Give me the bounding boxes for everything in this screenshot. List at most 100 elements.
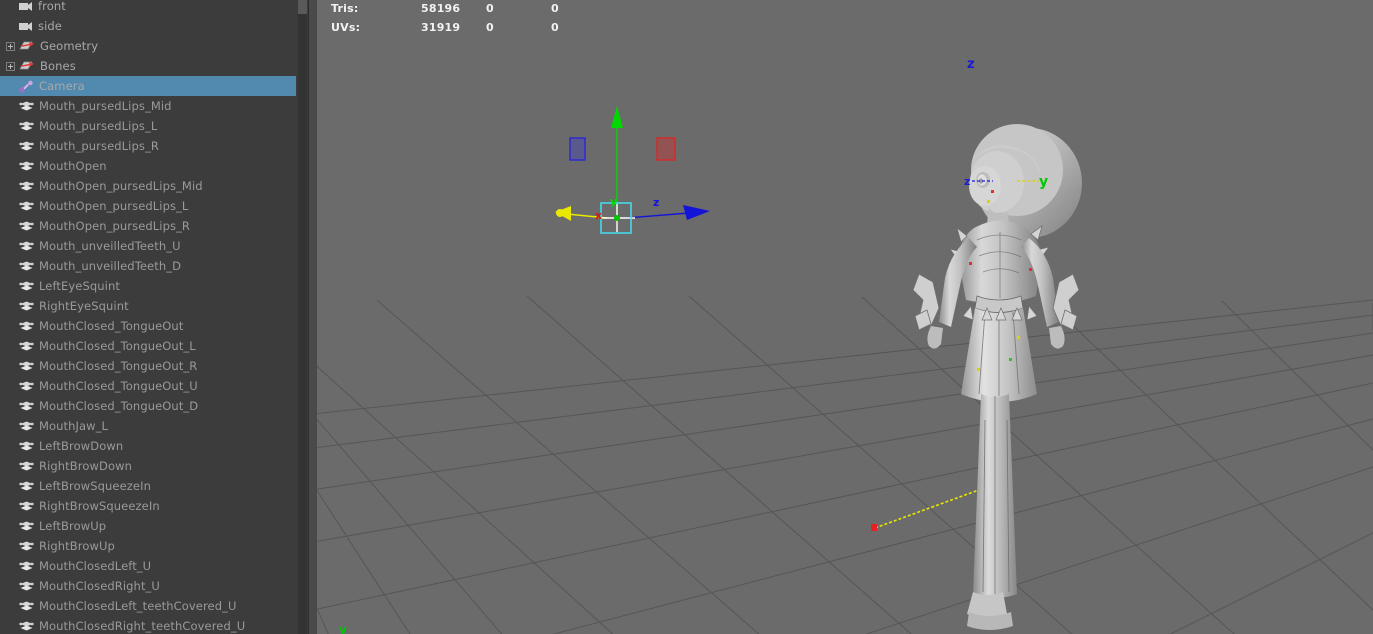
outliner-item-geometry[interactable]: Geometry bbox=[0, 36, 296, 56]
stats-cell-col2: 0 bbox=[486, 2, 494, 15]
outliner-panel-edge bbox=[308, 0, 317, 634]
outliner-item-label: MouthClosed_TongueOut_R bbox=[39, 359, 198, 373]
outliner-tree[interactable]: front side Geometry Bones Camera Mouth_pursed… bbox=[0, 0, 296, 634]
outliner-item-label: front bbox=[38, 0, 66, 13]
outliner-item-mouthclosed-tongueout[interactable]: MouthClosed_TongueOut bbox=[0, 316, 296, 336]
outliner-item-front[interactable]: front bbox=[0, 0, 296, 16]
outliner-item-mouth-pursedlips-mid[interactable]: Mouth_pursedLips_Mid bbox=[0, 96, 296, 116]
transform-arrow-icon bbox=[19, 60, 35, 72]
outliner-item-lefteyesquint[interactable]: LeftEyeSquint bbox=[0, 276, 296, 296]
outliner-item-label: MouthOpen_pursedLips_R bbox=[39, 219, 191, 233]
blendshape-icon bbox=[18, 381, 35, 392]
gizmo-axis-x-label: x bbox=[595, 209, 602, 222]
blendshape-icon bbox=[18, 181, 35, 192]
outliner-scrollbar-thumb[interactable] bbox=[298, 0, 307, 14]
outliner-item-mouthclosedright-u[interactable]: MouthClosedRight_U bbox=[0, 576, 296, 596]
outliner-item-mouthopen-pursedlips-mid[interactable]: MouthOpen_pursedLips_Mid bbox=[0, 176, 296, 196]
blendshape-icon bbox=[18, 281, 35, 292]
camera-icon bbox=[19, 1, 33, 12]
outliner-item-label: MouthOpen_pursedLips_Mid bbox=[39, 179, 203, 193]
outliner-item-label: RightBrowDown bbox=[39, 459, 132, 473]
outliner-item-rightbrowsqueezein[interactable]: RightBrowSqueezeIn bbox=[0, 496, 296, 516]
viewport-3d[interactable]: z y z x y z y Tris: 58196 0 0 UVs: 31919… bbox=[317, 0, 1373, 634]
outliner-item-label: MouthClosed_TongueOut_L bbox=[39, 339, 196, 353]
blendshape-icon bbox=[18, 301, 35, 312]
outliner-item-label: MouthClosed_TongueOut bbox=[39, 319, 184, 333]
blendshape-icon bbox=[18, 601, 35, 612]
gizmo-plane-handle-right bbox=[656, 137, 676, 161]
outliner-item-label: LeftBrowDown bbox=[39, 439, 124, 453]
expand-toggle-icon[interactable] bbox=[6, 41, 15, 51]
outliner-item-mouthopen[interactable]: MouthOpen bbox=[0, 156, 296, 176]
blendshape-icon bbox=[18, 221, 35, 232]
outliner-item-label: MouthOpen bbox=[39, 159, 107, 173]
app-root: front side Geometry Bones Camera Mouth_pursed… bbox=[0, 0, 1373, 634]
outliner-item-leftbrowup[interactable]: LeftBrowUp bbox=[0, 516, 296, 536]
outliner-item-mouthclosed-tongueout-u[interactable]: MouthClosed_TongueOut_U bbox=[0, 376, 296, 396]
outliner-item-mouthopen-pursedlips-l[interactable]: MouthOpen_pursedLips_L bbox=[0, 196, 296, 216]
gizmo-plane-handle-left bbox=[569, 137, 586, 161]
outliner-item-label: RightEyeSquint bbox=[39, 299, 129, 313]
outliner-item-label: MouthClosedLeft_teethCovered_U bbox=[39, 599, 237, 613]
outliner-item-mouthclosedright-teethcovered-u[interactable]: MouthClosedRight_teethCovered_U bbox=[0, 616, 296, 634]
outliner-item-mouth-unveilledteeth-d[interactable]: Mouth_unveilledTeeth_D bbox=[0, 256, 296, 276]
stats-cell-col3: 0 bbox=[551, 2, 559, 15]
blendshape-icon bbox=[18, 321, 35, 332]
outliner-item-label: LeftBrowUp bbox=[39, 519, 107, 533]
outliner-item-label: MouthClosedRight_teethCovered_U bbox=[39, 619, 246, 633]
outliner-item-label: Camera bbox=[39, 79, 85, 93]
stats-cell-value: 31919 bbox=[421, 21, 461, 34]
blendshape-icon bbox=[18, 361, 35, 372]
outliner-item-mouthjaw-l[interactable]: MouthJaw_L bbox=[0, 416, 296, 436]
blendshape-icon bbox=[18, 161, 35, 172]
outliner-item-mouthclosedleft-u[interactable]: MouthClosedLeft_U bbox=[0, 556, 296, 576]
outliner-item-label: Mouth_pursedLips_R bbox=[39, 139, 159, 153]
outliner-item-side[interactable]: side bbox=[0, 16, 296, 36]
camera-icon bbox=[19, 21, 33, 32]
outliner-item-camera[interactable]: Camera bbox=[0, 76, 296, 96]
outliner-item-label: Bones bbox=[40, 59, 76, 73]
outliner-item-rightbrowup[interactable]: RightBrowUp bbox=[0, 536, 296, 556]
blendshape-icon bbox=[18, 421, 35, 432]
outliner-item-label: Mouth_unveilledTeeth_D bbox=[39, 259, 182, 273]
outliner-item-bones[interactable]: Bones bbox=[0, 56, 296, 76]
stats-cell-col2: 0 bbox=[486, 21, 494, 34]
floor-axis-y-label: y bbox=[339, 623, 347, 634]
outliner-item-rightbrowdown[interactable]: RightBrowDown bbox=[0, 456, 296, 476]
outliner-item-mouth-unveilledteeth-u[interactable]: Mouth_unveilledTeeth_U bbox=[0, 236, 296, 256]
viewport-stats: Tris: 58196 0 0 UVs: 31919 0 0 bbox=[331, 2, 616, 40]
stats-cell-value: 58196 bbox=[421, 2, 461, 15]
outliner-item-label: Mouth_pursedLips_L bbox=[39, 119, 158, 133]
blendshape-icon bbox=[18, 261, 35, 272]
outliner-item-mouthclosed-tongueout-l[interactable]: MouthClosed_TongueOut_L bbox=[0, 336, 296, 356]
blendshape-icon bbox=[18, 501, 35, 512]
outliner-item-righteyesquint[interactable]: RightEyeSquint bbox=[0, 296, 296, 316]
outliner-item-leftbrowsqueezein[interactable]: LeftBrowSqueezeIn bbox=[0, 476, 296, 496]
outliner-item-leftbrowdown[interactable]: LeftBrowDown bbox=[0, 436, 296, 456]
outliner-item-mouth-pursedlips-l[interactable]: Mouth_pursedLips_L bbox=[0, 116, 296, 136]
blendshape-icon bbox=[18, 581, 35, 592]
outliner-item-mouthopen-pursedlips-r[interactable]: MouthOpen_pursedLips_R bbox=[0, 216, 296, 236]
stats-cell-label: Tris: bbox=[331, 2, 359, 15]
blendshape-icon bbox=[18, 401, 35, 412]
blendshape-icon bbox=[18, 521, 35, 532]
stats-cell-col3: 0 bbox=[551, 21, 559, 34]
outliner-item-label: LeftBrowSqueezeIn bbox=[39, 479, 151, 493]
outliner-item-mouth-pursedlips-r[interactable]: Mouth_pursedLips_R bbox=[0, 136, 296, 156]
model-axis-z-label: z bbox=[967, 57, 975, 72]
expand-toggle-icon[interactable] bbox=[6, 61, 15, 71]
scene-render[interactable]: z y z x y bbox=[317, 0, 1373, 634]
outliner-item-mouthclosed-tongueout-d[interactable]: MouthClosed_TongueOut_D bbox=[0, 396, 296, 416]
outliner-item-mouthclosed-tongueout-r[interactable]: MouthClosed_TongueOut_R bbox=[0, 356, 296, 376]
blendshape-icon bbox=[18, 201, 35, 212]
transform-arrow-icon bbox=[19, 40, 35, 52]
blendshape-icon bbox=[18, 341, 35, 352]
gizmo-axis-z-label: z bbox=[653, 196, 659, 209]
outliner-panel[interactable]: front side Geometry Bones Camera Mouth_pursed… bbox=[0, 0, 317, 634]
outliner-item-label: Mouth_pursedLips_Mid bbox=[39, 99, 172, 113]
gizmo-axis-y-label: y bbox=[610, 195, 617, 208]
blendshape-icon bbox=[18, 541, 35, 552]
outliner-scrollbar-track[interactable] bbox=[298, 0, 307, 634]
outliner-item-mouthclosedleft-teethcovered-u[interactable]: MouthClosedLeft_teethCovered_U bbox=[0, 596, 296, 616]
stats-cell-label: UVs: bbox=[331, 21, 361, 34]
